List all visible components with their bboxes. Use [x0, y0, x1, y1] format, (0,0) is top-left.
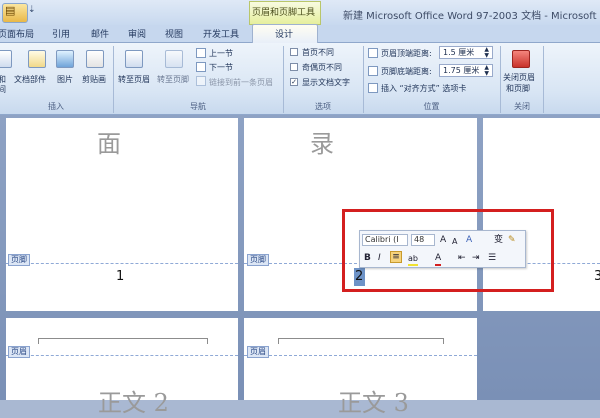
close-group-label: 关闭 — [514, 102, 530, 111]
page-number-3[interactable]: 3 — [594, 269, 600, 284]
annotation-highlight-box — [342, 209, 554, 292]
header-line — [278, 338, 444, 344]
insert-align-icon[interactable] — [368, 83, 378, 93]
qat-customize-icon[interactable]: ⇣ — [28, 5, 36, 15]
goto-footer-icon[interactable] — [165, 50, 183, 68]
insert-item-label-partial: 间 — [0, 85, 6, 94]
header-line — [38, 338, 208, 344]
first-page-checkbox[interactable] — [290, 48, 298, 56]
spinner-arrows-icon[interactable]: ▲ ▼ — [484, 65, 489, 77]
header-top-spinner[interactable]: 1.5 厘米 ▲ ▼ — [439, 46, 493, 59]
odd-even-label: 奇偶页不同 — [302, 63, 342, 72]
page-2-heading: 录 — [310, 130, 334, 158]
odd-even-checkbox[interactable] — [290, 63, 298, 71]
header-boundary — [244, 355, 477, 356]
show-text-checkbox[interactable]: ✓ — [290, 78, 298, 86]
spinner-arrows-icon[interactable]: ▲ ▼ — [484, 47, 489, 59]
tab-page-layout[interactable]: 页面布局 — [0, 27, 34, 40]
prev-section-button[interactable]: 上一节 — [209, 48, 233, 59]
page-1-heading: 面 — [97, 130, 121, 158]
picture-button[interactable]: 图片 — [57, 74, 73, 85]
tab-review[interactable]: 审阅 — [128, 27, 146, 40]
picture-icon[interactable] — [56, 50, 74, 68]
footer-bottom-spinner[interactable]: 1.75 厘米 ▲ ▼ — [439, 64, 493, 77]
header-top-label: 页眉顶端距离: — [381, 49, 432, 58]
next-section-icon[interactable] — [196, 62, 206, 72]
header-tag: 页眉 — [247, 346, 269, 358]
footer-bottom-label: 页脚底端距离: — [381, 67, 432, 76]
group-separator — [543, 46, 544, 113]
tab-references[interactable]: 引用 — [52, 27, 70, 40]
insert-align-tab-button[interactable]: 插入 “对齐方式” 选项卡 — [381, 83, 466, 94]
body-text-2: 正文 2 — [98, 389, 169, 417]
header-tag: 页眉 — [8, 346, 30, 358]
quick-parts-button[interactable]: 文档部件 — [14, 74, 46, 85]
close-header-footer-line1[interactable]: 关闭页眉 — [503, 72, 535, 83]
tab-view[interactable]: 视图 — [165, 27, 183, 40]
close-icon[interactable] — [512, 50, 530, 68]
goto-header-button[interactable]: 转至页眉 — [118, 74, 150, 85]
quick-parts-icon[interactable] — [28, 50, 46, 68]
tab-design[interactable]: 设计 — [275, 27, 293, 40]
close-header-footer-line2[interactable]: 和页脚 — [506, 83, 530, 94]
position-group-label: 位置 — [423, 102, 440, 111]
office-logo-icon: ▤ — [5, 4, 16, 17]
header-top-icon — [368, 48, 378, 58]
clipart-icon[interactable] — [86, 50, 104, 68]
tab-mailings[interactable]: 邮件 — [91, 27, 109, 40]
options-group-label: 选项 — [315, 102, 331, 111]
footer-boundary — [6, 263, 238, 264]
context-tool-title: 页眉和页脚工具 — [252, 8, 316, 18]
prev-section-icon[interactable] — [196, 48, 206, 58]
next-section-button[interactable]: 下一节 — [209, 62, 233, 73]
insert-group-label: 插入 — [48, 102, 64, 111]
link-previous-icon[interactable] — [196, 76, 206, 86]
nav-group-label: 导航 — [190, 102, 206, 111]
header-boundary — [6, 355, 238, 356]
goto-header-icon[interactable] — [125, 50, 143, 68]
footer-tag: 页脚 — [8, 254, 30, 266]
page-number-1[interactable]: 1 — [116, 269, 124, 284]
window-title: 新建 Microsoft Office Word 97-2003 文档 - Mi… — [343, 11, 600, 22]
tab-developer[interactable]: 开发工具 — [203, 27, 239, 40]
page-number-icon[interactable] — [0, 50, 12, 68]
header-top-value: 1.5 厘米 — [443, 48, 475, 57]
footer-bottom-icon — [368, 66, 378, 76]
show-text-label: 显示文档文字 — [302, 78, 350, 87]
footer-bottom-value: 1.75 厘米 — [443, 66, 480, 75]
body-text-3: 正文 3 — [338, 389, 409, 417]
link-previous-button[interactable]: 链接到前一条页眉 — [209, 77, 273, 88]
footer-tag: 页脚 — [247, 254, 269, 266]
goto-footer-button[interactable]: 转至页脚 — [157, 74, 189, 85]
first-page-label: 首页不同 — [302, 48, 334, 57]
clipart-button[interactable]: 剪贴画 — [82, 74, 106, 85]
